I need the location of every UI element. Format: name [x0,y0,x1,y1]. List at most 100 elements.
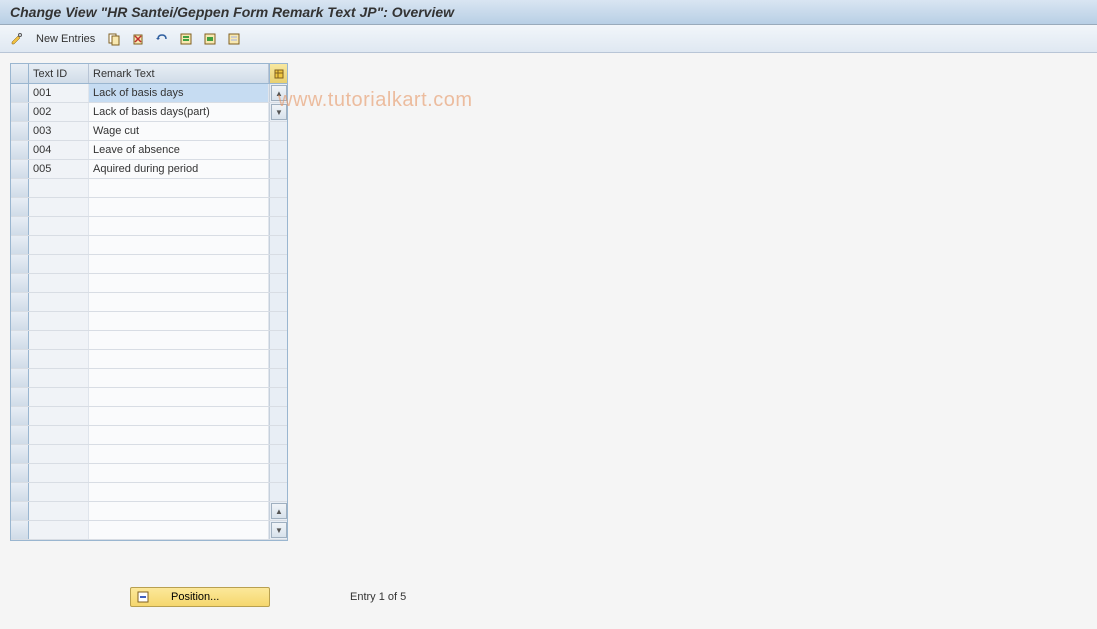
cell-remark-text[interactable]: Aquired during period [89,160,269,178]
cell-text-id[interactable] [29,521,89,539]
row-selector[interactable] [11,217,29,235]
table-config-icon [274,69,284,79]
title-bar: Change View "HR Santei/Geppen Form Remar… [0,0,1097,25]
cell-remark-text[interactable]: Lack of basis days(part) [89,103,269,121]
cell-remark-text[interactable] [89,483,269,501]
table-row-empty: ▼ [11,521,287,540]
row-selector[interactable] [11,350,29,368]
cell-remark-text[interactable] [89,350,269,368]
cell-remark-text[interactable] [89,369,269,387]
cell-remark-text[interactable] [89,236,269,254]
row-selector[interactable] [11,445,29,463]
row-selector[interactable] [11,255,29,273]
cell-text-id[interactable] [29,274,89,292]
position-button[interactable]: Position... [130,587,270,607]
cell-remark-text[interactable] [89,521,269,539]
cell-text-id[interactable] [29,350,89,368]
cell-text-id[interactable] [29,445,89,463]
row-selector[interactable] [11,141,29,159]
deselect-all-button[interactable] [223,29,245,49]
cell-remark-text[interactable]: Leave of absence [89,141,269,159]
cell-remark-text[interactable] [89,198,269,216]
cell-text-id[interactable]: 001 [29,84,89,102]
row-selector[interactable] [11,312,29,330]
cell-text-id[interactable] [29,179,89,197]
cell-text-id[interactable]: 004 [29,141,89,159]
cell-remark-text[interactable]: Wage cut [89,122,269,140]
row-selector[interactable] [11,426,29,444]
row-selector[interactable] [11,103,29,121]
row-selector[interactable] [11,293,29,311]
copy-as-button[interactable] [103,29,125,49]
cell-text-id[interactable] [29,483,89,501]
select-block-icon [203,32,217,46]
scroll-up-button[interactable]: ▲ [271,503,287,519]
cell-text-id[interactable] [29,255,89,273]
cell-remark-text[interactable] [89,274,269,292]
row-selector[interactable] [11,160,29,178]
row-selector[interactable] [11,369,29,387]
table-row-empty: ▲ [11,502,287,521]
cell-text-id[interactable]: 002 [29,103,89,121]
cell-remark-text[interactable] [89,445,269,463]
cell-remark-text[interactable] [89,255,269,273]
table-settings-button[interactable] [269,64,287,83]
cell-text-id[interactable] [29,502,89,520]
cell-text-id[interactable] [29,464,89,482]
column-header-text-id[interactable]: Text ID [29,64,89,83]
delete-button[interactable] [127,29,149,49]
row-selector[interactable] [11,407,29,425]
cell-text-id[interactable] [29,217,89,235]
cell-remark-text[interactable] [89,426,269,444]
row-selector[interactable] [11,84,29,102]
cell-text-id[interactable] [29,331,89,349]
cell-text-id[interactable] [29,293,89,311]
cell-remark-text[interactable] [89,407,269,425]
row-selector[interactable] [11,274,29,292]
delete-icon [131,32,145,46]
scroll-down-button[interactable]: ▼ [271,104,287,120]
cell-remark-text[interactable] [89,502,269,520]
cell-text-id[interactable]: 005 [29,160,89,178]
undo-change-button[interactable] [151,29,173,49]
select-block-button[interactable] [199,29,221,49]
row-selector[interactable] [11,122,29,140]
cell-text-id[interactable] [29,388,89,406]
cell-remark-text[interactable] [89,179,269,197]
new-entries-button[interactable]: New Entries [30,31,101,47]
scroll-column [269,293,287,311]
select-all-rows-button[interactable] [11,64,29,83]
cell-text-id[interactable] [29,312,89,330]
cell-remark-text[interactable]: Lack of basis days [89,84,269,102]
cell-remark-text[interactable] [89,293,269,311]
cell-text-id[interactable] [29,407,89,425]
scroll-column: ▼ [269,103,287,121]
table-row-empty [11,388,287,407]
cell-remark-text[interactable] [89,388,269,406]
scroll-down-button[interactable]: ▼ [271,522,287,538]
row-selector[interactable] [11,236,29,254]
toggle-display-change-button[interactable] [6,29,28,49]
cell-remark-text[interactable] [89,217,269,235]
row-selector[interactable] [11,464,29,482]
row-selector[interactable] [11,198,29,216]
row-selector[interactable] [11,179,29,197]
cell-text-id[interactable] [29,426,89,444]
cell-remark-text[interactable] [89,312,269,330]
row-selector[interactable] [11,502,29,520]
cell-text-id[interactable] [29,236,89,254]
scroll-up-button[interactable]: ▲ [271,85,287,101]
scroll-column [269,407,287,425]
cell-remark-text[interactable] [89,331,269,349]
row-selector[interactable] [11,483,29,501]
cell-text-id[interactable] [29,198,89,216]
row-selector[interactable] [11,521,29,539]
row-selector[interactable] [11,331,29,349]
cell-remark-text[interactable] [89,464,269,482]
cell-text-id[interactable]: 003 [29,122,89,140]
row-selector[interactable] [11,388,29,406]
column-header-remark-text[interactable]: Remark Text [89,64,269,83]
select-all-button[interactable] [175,29,197,49]
cell-text-id[interactable] [29,369,89,387]
scroll-column [269,255,287,273]
